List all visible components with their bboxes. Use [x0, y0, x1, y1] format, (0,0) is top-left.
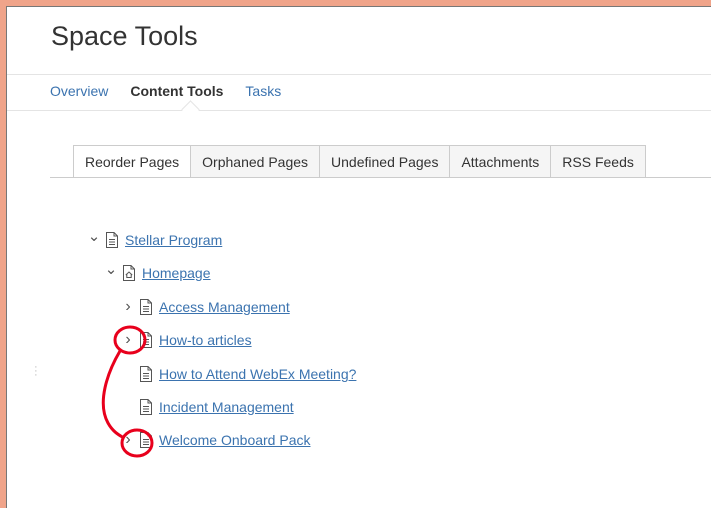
tree-node-label[interactable]: Incident Management	[159, 399, 294, 415]
tree-node-label[interactable]: Homepage	[142, 265, 211, 281]
tree-node-label[interactable]: How to Attend WebEx Meeting?	[159, 366, 356, 382]
tab-attachments[interactable]: Attachments	[450, 145, 552, 178]
chevron-right-icon[interactable]: ›	[121, 298, 135, 316]
chevron-down-icon[interactable]: ⌄	[87, 227, 101, 245]
tree-node[interactable]: ⌄ Homepage	[104, 260, 211, 283]
tree-node[interactable]: ›Incident Management	[121, 397, 294, 417]
active-nav-indicator	[181, 100, 200, 119]
tree-node-label[interactable]: Access Management	[159, 299, 290, 315]
space-tools-panel: Space Tools Overview Content Tools Tasks…	[6, 6, 711, 508]
resize-grip-icon[interactable]: · · ·	[34, 362, 38, 381]
tab-orphaned-pages[interactable]: Orphaned Pages	[191, 145, 321, 178]
nav-tasks[interactable]: Tasks	[245, 81, 281, 101]
page-icon	[105, 232, 119, 248]
content-tools-tabs: Reorder Pages Orphaned Pages Undefined P…	[73, 145, 646, 178]
page-icon	[139, 332, 153, 348]
tree-node-label[interactable]: Welcome Onboard Pack	[159, 432, 310, 448]
title-divider	[7, 74, 711, 75]
tab-reorder-pages[interactable]: Reorder Pages	[73, 145, 192, 178]
page-title: Space Tools	[51, 21, 198, 51]
tree-node[interactable]: ›How to Attend WebEx Meeting?	[121, 364, 356, 384]
page-icon	[139, 432, 153, 448]
nav-overview[interactable]: Overview	[50, 81, 108, 101]
page-icon	[139, 366, 153, 382]
tree-node-label[interactable]: Stellar Program	[125, 232, 222, 248]
tree-node[interactable]: › How-to articles	[121, 330, 252, 350]
tree-node[interactable]: › Welcome Onboard Pack	[121, 430, 310, 450]
tabs-divider	[50, 177, 711, 178]
chevron-right-icon[interactable]: ›	[121, 331, 135, 349]
nav-divider	[7, 110, 711, 111]
tree-node-label[interactable]: How-to articles	[159, 332, 252, 348]
chevron-down-icon[interactable]: ⌄	[104, 260, 118, 278]
tree-node[interactable]: › Access Management	[121, 297, 290, 317]
space-tools-nav: Overview Content Tools Tasks	[50, 81, 303, 101]
page-icon	[139, 399, 153, 415]
page-icon	[139, 299, 153, 315]
home-page-icon	[122, 265, 136, 281]
chevron-right-icon[interactable]: ›	[121, 431, 135, 449]
tree-node[interactable]: ⌄ Stellar Program	[87, 227, 222, 250]
tab-undefined-pages[interactable]: Undefined Pages	[320, 145, 451, 178]
nav-content-tools[interactable]: Content Tools	[130, 81, 223, 101]
tab-rss-feeds[interactable]: RSS Feeds	[551, 145, 646, 178]
